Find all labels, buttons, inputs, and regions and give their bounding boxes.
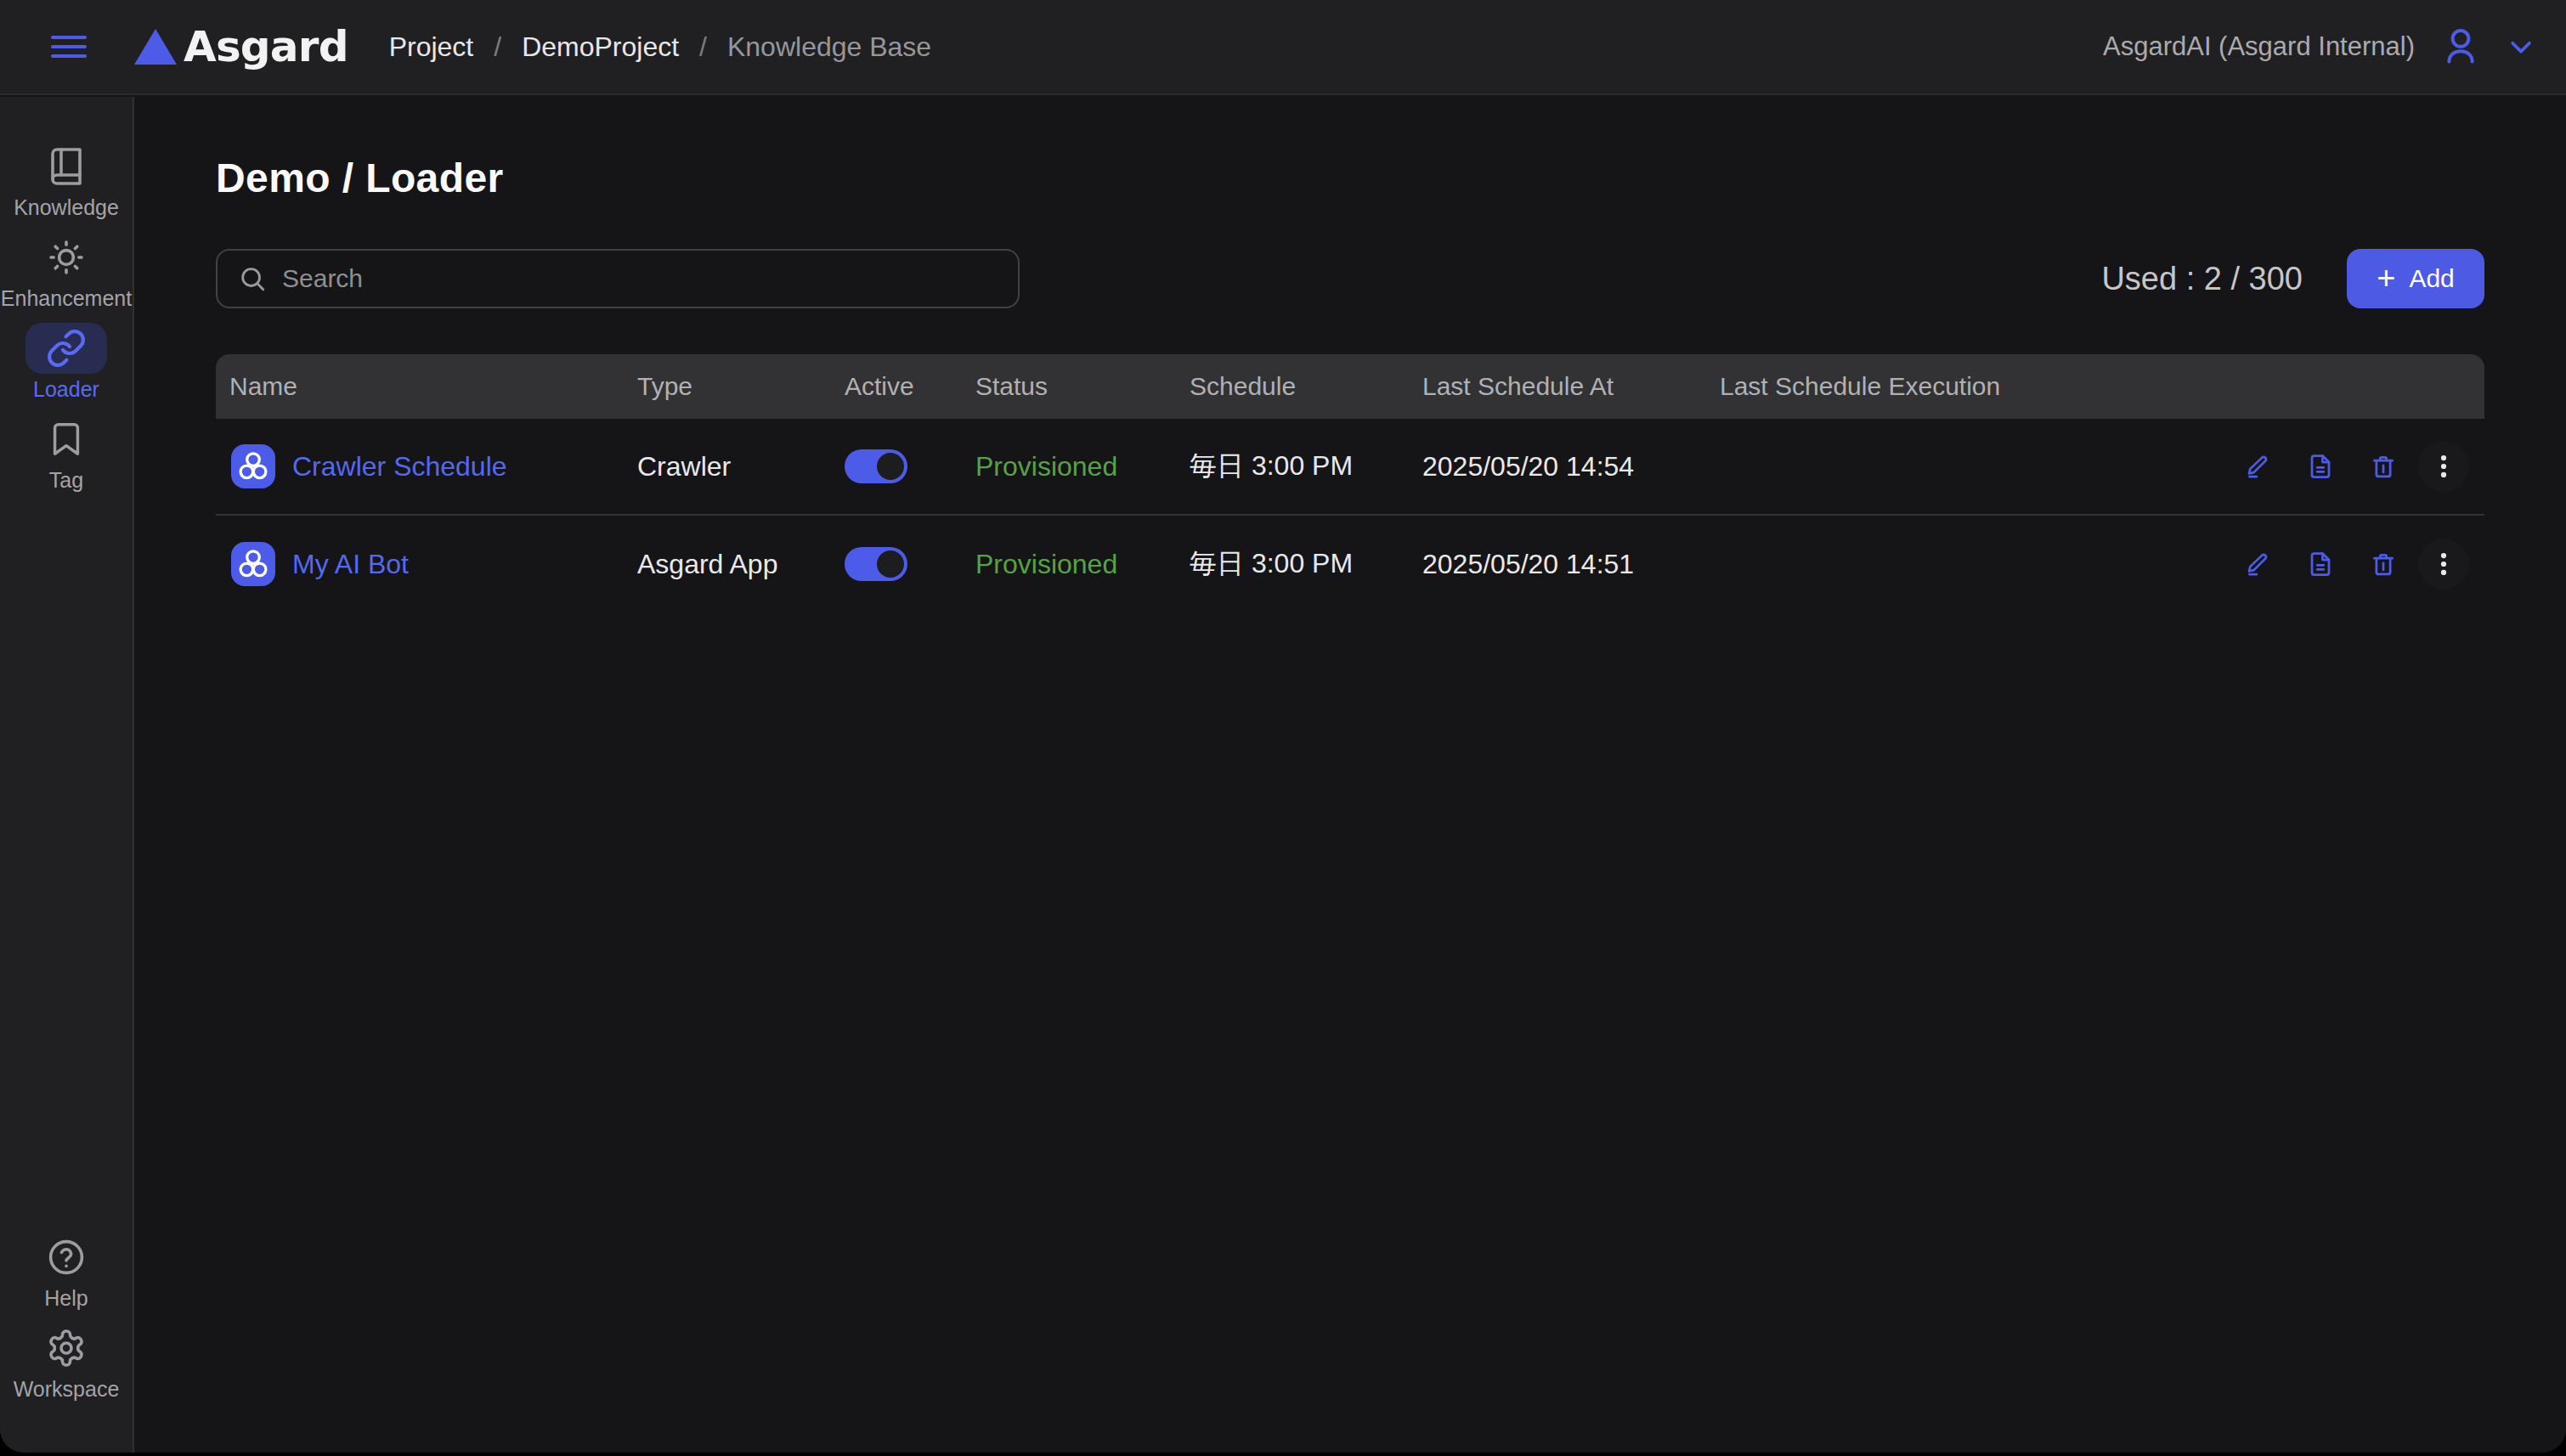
search-icon — [238, 264, 267, 293]
table-row: My AI Bot Asgard App Provisioned 毎日 3:00… — [216, 516, 2484, 612]
column-header-last-schedule-execution: Last Schedule Execution — [1720, 372, 2236, 401]
column-header-last-schedule-at: Last Schedule At — [1422, 372, 1720, 401]
table-header: Name Type Active Status Schedule Last Sc… — [216, 354, 2484, 419]
bookmark-icon — [47, 420, 86, 459]
row-status: Provisioned — [975, 549, 1190, 580]
delete-icon[interactable] — [2371, 551, 2396, 577]
more-options-icon[interactable] — [2418, 539, 2469, 590]
row-type: Crawler — [637, 451, 845, 483]
plus-icon: + — [2377, 262, 2395, 294]
breadcrumb: Project / DemoProject / Knowledge Base — [389, 31, 932, 63]
sidebar-item-enhancement[interactable]: Enhancement — [1, 232, 132, 311]
edit-icon[interactable] — [2245, 551, 2270, 577]
row-name-link[interactable]: Crawler Schedule — [292, 451, 507, 483]
active-toggle[interactable] — [845, 449, 907, 483]
document-icon[interactable] — [2308, 454, 2333, 479]
sidebar-item-help[interactable]: Help — [25, 1232, 107, 1311]
chevron-down-icon[interactable] — [2507, 32, 2535, 61]
search-box — [216, 249, 1020, 308]
breadcrumb-separator: / — [699, 31, 707, 63]
breadcrumb-project[interactable]: Project — [389, 31, 474, 63]
logo-triangle-icon — [134, 29, 177, 65]
row-schedule: 毎日 3:00 PM — [1190, 545, 1422, 583]
gear-icon — [46, 1328, 87, 1369]
active-toggle[interactable] — [845, 547, 907, 581]
breadcrumb-knowledge-base: Knowledge Base — [727, 31, 931, 63]
sidebar-item-knowledge[interactable]: Knowledge — [14, 141, 119, 220]
sun-icon — [46, 237, 87, 278]
edit-icon[interactable] — [2245, 454, 2270, 479]
row-last-schedule-at: 2025/05/20 14:54 — [1422, 451, 1720, 483]
top-bar: Asgard Project / DemoProject / Knowledge… — [0, 0, 2566, 95]
breadcrumb-separator: / — [494, 31, 501, 63]
logo[interactable]: Asgard — [134, 22, 348, 71]
help-circle-icon — [46, 1237, 87, 1278]
delete-icon[interactable] — [2371, 454, 2396, 479]
loader-type-icon — [231, 444, 275, 488]
user-icon[interactable] — [2440, 26, 2481, 67]
account-label: AsgardAI (Asgard Internal) — [2103, 31, 2415, 62]
column-header-type: Type — [637, 372, 845, 401]
book-icon — [46, 146, 87, 187]
sidebar: Knowledge Enhancement Loader Tag Help Wo… — [0, 97, 134, 1453]
app-window: Asgard Project / DemoProject / Knowledge… — [0, 0, 2566, 1453]
usage-label: Used : 2 / 300 — [2101, 261, 2303, 297]
add-button[interactable]: + Add — [2347, 249, 2484, 308]
search-input[interactable] — [282, 264, 998, 293]
row-type: Asgard App — [637, 549, 845, 580]
menu-icon[interactable] — [51, 36, 87, 59]
sidebar-item-workspace[interactable]: Workspace — [14, 1323, 120, 1402]
sidebar-item-loader[interactable]: Loader — [25, 323, 107, 402]
column-header-name: Name — [229, 372, 637, 401]
page-title: Demo / Loader — [216, 155, 2484, 201]
loader-table: Name Type Active Status Schedule Last Sc… — [216, 354, 2484, 612]
row-last-schedule-at: 2025/05/20 14:51 — [1422, 549, 1720, 580]
sidebar-item-tag[interactable]: Tag — [25, 414, 107, 493]
loader-type-icon — [231, 542, 275, 586]
table-row: Crawler Schedule Crawler Provisioned 毎日 … — [216, 419, 2484, 516]
row-status: Provisioned — [975, 451, 1190, 483]
column-header-schedule: Schedule — [1190, 372, 1422, 401]
row-name-link[interactable]: My AI Bot — [292, 549, 409, 580]
document-icon[interactable] — [2308, 551, 2333, 577]
breadcrumb-demoproject[interactable]: DemoProject — [522, 31, 679, 63]
column-header-status: Status — [975, 372, 1190, 401]
logo-text: Asgard — [184, 22, 348, 71]
column-header-active: Active — [845, 372, 975, 401]
row-schedule: 毎日 3:00 PM — [1190, 448, 1422, 485]
more-options-icon[interactable] — [2418, 441, 2469, 492]
link-icon — [46, 328, 87, 369]
main-content: Demo / Loader Used : 2 / 300 + Add Name … — [136, 97, 2566, 1453]
